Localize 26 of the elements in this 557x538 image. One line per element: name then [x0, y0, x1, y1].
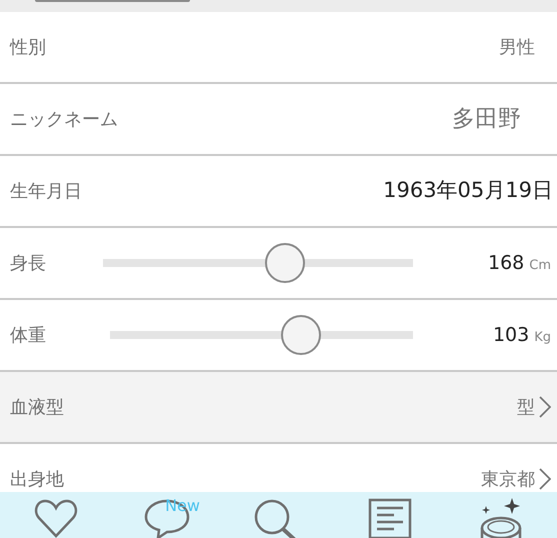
- field-value: 1963年05月19日: [383, 177, 553, 204]
- field-value: 男性: [499, 36, 535, 60]
- field-label: 生年月日: [10, 180, 82, 204]
- heart-icon: [32, 498, 79, 538]
- slider-thumb[interactable]: [280, 315, 321, 355]
- chevron-right-icon: [539, 396, 551, 418]
- slider[interactable]: [103, 243, 413, 283]
- field-value: 型: [517, 396, 535, 420]
- field-label: ニックネーム: [10, 108, 118, 132]
- unit-label: Cm: [529, 256, 551, 275]
- list-row[interactable]: 血液型 型: [0, 372, 557, 444]
- chevron-right-icon: [539, 468, 551, 490]
- field-label: 身長: [10, 252, 46, 276]
- document-icon: [366, 498, 413, 538]
- slider-reading: 168: [488, 250, 524, 276]
- field-label: 性別: [10, 36, 46, 60]
- field-label: 血液型: [10, 396, 64, 420]
- sparkling-coin-icon: [478, 498, 524, 538]
- field-label: 体重: [10, 324, 46, 348]
- field-value: 多田野: [452, 104, 521, 134]
- slider[interactable]: [110, 315, 413, 355]
- slider-thumb[interactable]: [265, 243, 305, 283]
- field-label: 出身地: [10, 468, 64, 492]
- field-value: 東京都: [481, 468, 535, 492]
- unit-label: Kg: [534, 328, 551, 347]
- slider-reading: 103: [492, 322, 530, 348]
